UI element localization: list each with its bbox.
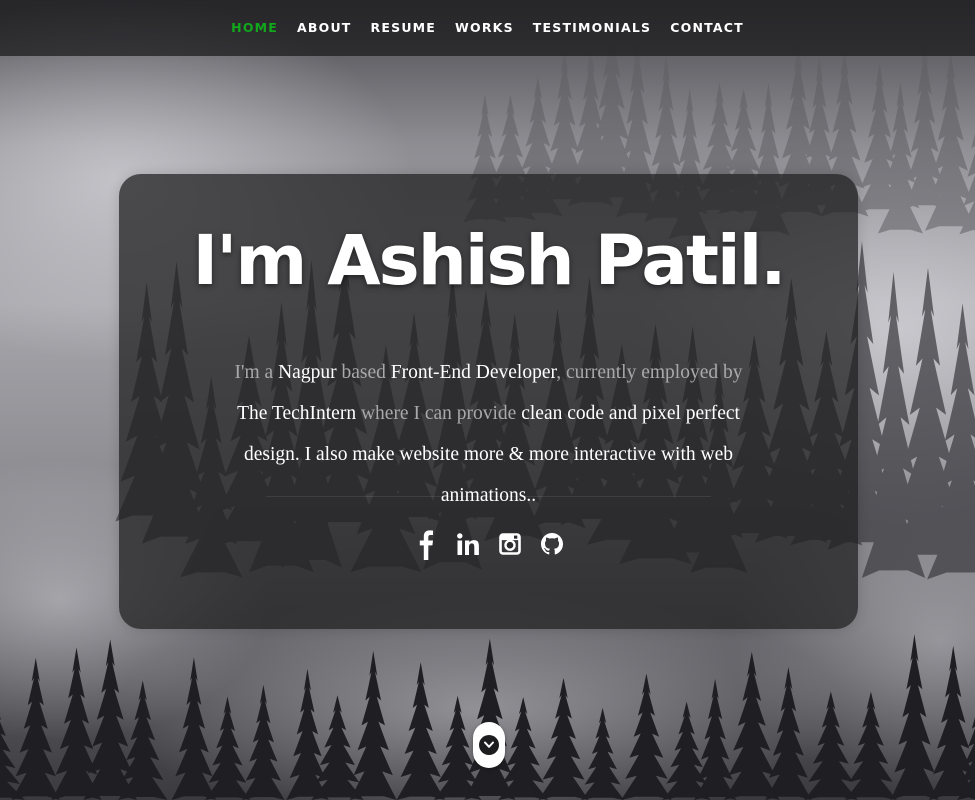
facebook-icon [419,530,433,560]
intro-text-1: I'm a [234,362,279,383]
intro-divider [266,496,711,497]
social-link-facebook[interactable] [413,526,439,562]
background-tree [349,650,397,800]
instagram-icon [498,533,521,555]
intro-text-2: based [336,362,391,383]
nav-link-works[interactable]: WORKS [455,20,514,35]
background-tree [844,691,897,800]
background-tree [171,657,217,800]
background-tree [765,667,812,800]
intro-city: Nagpur [278,362,337,383]
background-tree [538,677,589,800]
social-link-instagram[interactable] [497,526,523,562]
intro-role: Front-End Developer [390,362,557,383]
social-links [119,526,858,562]
nav-item-works: WORKS [455,19,514,37]
nav-link-testimonials[interactable]: TESTIMONIALS [533,20,651,35]
linkedin-icon [456,533,479,555]
background-tree [51,647,102,800]
nav-item-about: ABOUT [297,19,352,37]
background-tree [581,707,625,800]
chevron-down-icon [484,741,494,748]
nav-item-home: HOME [231,19,278,37]
nav-item-testimonials: TESTIMONIALS [533,19,651,37]
background-tree [890,634,939,800]
background-tree [11,657,60,800]
background-tree [242,684,285,800]
social-link-linkedin[interactable] [455,526,481,562]
background-tree [804,691,858,800]
nav-item-contact: CONTACT [670,19,744,37]
nav-item-resume: RESUME [371,19,437,37]
scroll-down-button[interactable] [473,722,505,768]
background-tree [396,662,445,800]
banner-intro: I'm a Nagpur based Front-End Developer, … [231,352,746,516]
nav-link-contact[interactable]: CONTACT [670,20,744,35]
nav-link-about[interactable]: ABOUT [297,20,352,35]
nav-link-home[interactable]: HOME [231,20,278,35]
scroll-down-disc [479,735,499,755]
social-link-github[interactable] [539,526,565,562]
intro-text-3: , currently employed by [556,362,743,383]
background-tree [621,673,672,800]
background-tree [204,696,251,800]
intro-company: The TechIntern [237,403,357,424]
top-navigation: HOME ABOUT RESUME WORKS TESTIMONIALS CON… [0,0,975,56]
nav-menu: HOME ABOUT RESUME WORKS TESTIMONIALS CON… [231,19,744,37]
nav-link-resume[interactable]: RESUME [371,20,437,35]
intro-text-4: where I can provide [356,403,522,424]
github-icon [540,533,563,555]
intro-card: I'm Ashish Patil. I'm a Nagpur based Fro… [119,174,858,629]
background-tree [724,651,780,800]
banner-headline: I'm Ashish Patil. [192,221,787,301]
